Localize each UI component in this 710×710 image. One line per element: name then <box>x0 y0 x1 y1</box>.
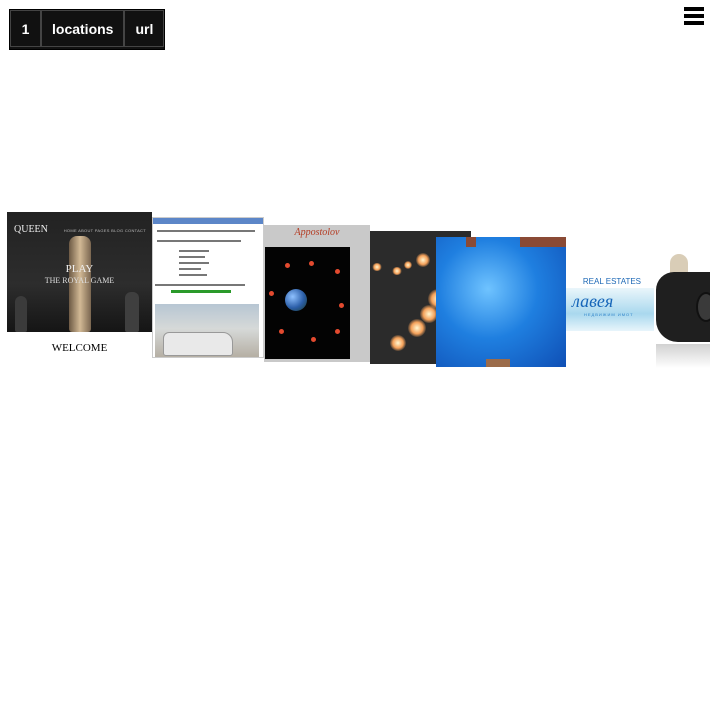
carousel-card-mask[interactable] <box>656 252 710 372</box>
decor-strip <box>486 359 510 367</box>
highlight-line <box>171 290 231 293</box>
planet-dot <box>311 337 316 342</box>
card-subline: THE ROYAL GAME <box>44 276 115 285</box>
card-nav: HOME ABOUT PAGES BLOG CONTACT <box>63 228 146 233</box>
planet-dot <box>335 269 340 274</box>
text-line <box>157 240 241 242</box>
top-tab-bar: 1 locations url <box>9 9 166 50</box>
tab-locations[interactable]: locations <box>41 10 125 47</box>
page-header-bar <box>153 218 263 224</box>
text-line <box>179 274 207 276</box>
carousel-card-queen[interactable]: QUEEN HOME ABOUT PAGES BLOG CONTACT PLAY… <box>7 212 152 358</box>
planet-dot <box>309 261 314 266</box>
hamburger-menu-icon[interactable] <box>684 7 704 26</box>
text-line <box>155 284 245 286</box>
fireball-icon <box>392 267 402 275</box>
fireball-icon <box>390 335 406 351</box>
card-brand: QUEEN <box>14 224 48 235</box>
card-caption: WELCOME <box>51 342 108 354</box>
text-line <box>179 250 209 252</box>
car-photo <box>155 304 259 357</box>
fireball-icon <box>416 253 430 267</box>
mask-reflection <box>656 344 710 368</box>
logo-word: лавея <box>572 291 614 311</box>
car-icon <box>163 332 233 356</box>
planet-dot <box>285 263 290 268</box>
card-headline: PLAY <box>65 263 94 275</box>
fireball-icon <box>372 263 382 271</box>
space-scene <box>265 247 350 359</box>
mask-valve-icon <box>696 292 710 322</box>
planet-dot <box>269 291 274 296</box>
chess-pawn-icon <box>15 296 27 332</box>
planet-dot <box>279 329 284 334</box>
chess-pawn-icon <box>125 292 139 332</box>
logo-subtitle: НЕДВИЖИМ ИМОТ <box>584 312 634 317</box>
planet-dot <box>335 329 340 334</box>
tab-url[interactable]: url <box>124 10 165 47</box>
text-line <box>179 268 201 270</box>
carousel-card-real-estate[interactable]: REAL ESTATES лавея НЕДВИЖИМ ИМОТ <box>566 277 654 331</box>
fireball-icon <box>404 261 412 269</box>
carousel-card-document[interactable] <box>152 217 264 358</box>
text-line <box>179 262 209 264</box>
planet-dot <box>339 303 344 308</box>
tab-number[interactable]: 1 <box>10 10 41 47</box>
carousel-card-blue[interactable] <box>436 237 566 367</box>
decor-strip <box>520 237 566 247</box>
text-line <box>179 256 205 258</box>
carousel-card-space[interactable]: Appostolov <box>264 225 370 362</box>
fireball-icon <box>408 319 426 337</box>
card-title: Appostolov <box>294 227 340 238</box>
decor-strip <box>466 237 476 247</box>
earth-icon <box>285 289 307 311</box>
text-line <box>157 230 255 232</box>
